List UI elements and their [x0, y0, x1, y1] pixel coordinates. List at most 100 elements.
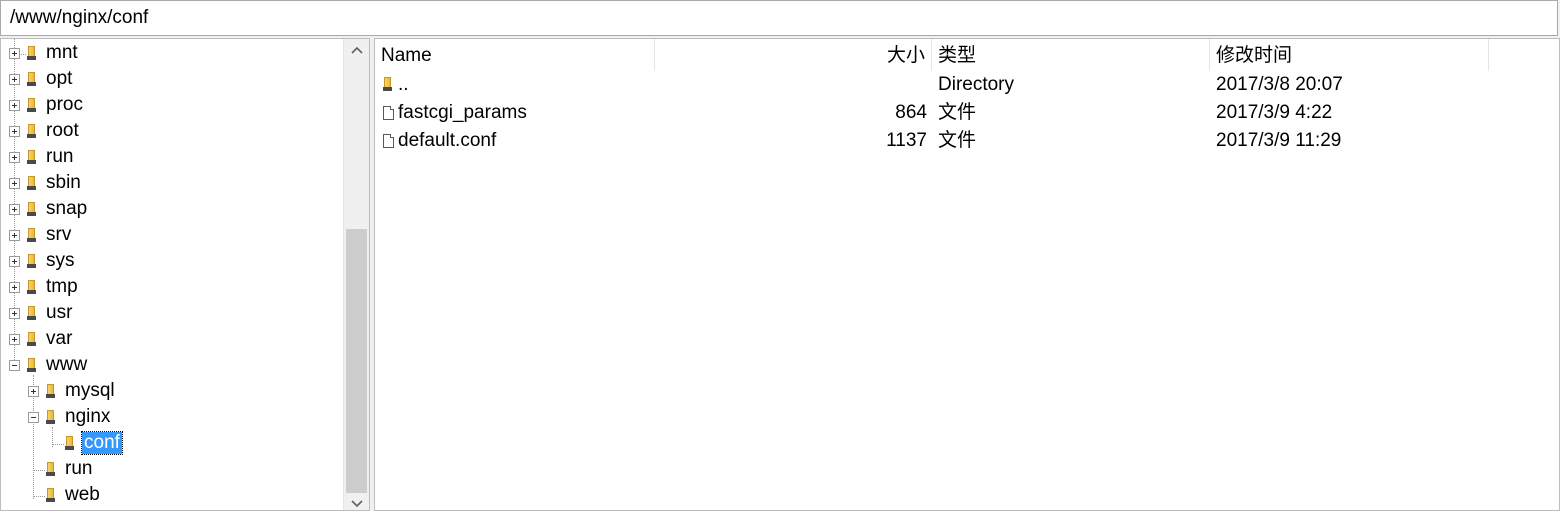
tree-item-label: root: [46, 120, 79, 141]
tree-item-label: snap: [46, 198, 88, 219]
tree-item-label: opt: [46, 68, 73, 89]
file-name: fastcgi_params: [398, 102, 527, 123]
file-modified: 2017/3/8 20:07: [1216, 74, 1343, 95]
tree-item-label: usr: [46, 302, 73, 323]
tree-item-run[interactable]: run: [1, 145, 343, 171]
tree-item-label: mysql: [65, 380, 115, 401]
folder-icon: [65, 436, 75, 452]
file-list: Name 大小 类型 修改时间 .. Directory 2017/3/8 20…: [374, 38, 1560, 511]
folder-icon: [27, 332, 37, 348]
folder-icon: [46, 410, 56, 426]
list-header: Name 大小 类型 修改时间: [375, 39, 1559, 71]
column-header-name[interactable]: Name: [375, 39, 655, 71]
tree-item-label: run: [65, 458, 93, 479]
file-modified: 2017/3/9 11:29: [1216, 130, 1342, 151]
expand-icon[interactable]: [9, 334, 20, 345]
tree-item-label: mnt: [46, 42, 78, 63]
tree-item-label: web: [65, 484, 100, 505]
folder-icon: [27, 98, 37, 114]
directory-tree: mnt opt proc root run sbin snap srv sys: [0, 38, 370, 511]
file-name: default.conf: [398, 130, 497, 151]
folder-icon: [46, 488, 56, 504]
file-size: [675, 71, 927, 99]
tree-item-mnt[interactable]: mnt: [1, 41, 343, 67]
tree-item-mysql[interactable]: mysql: [1, 379, 343, 405]
tree-item-label: tmp: [46, 276, 78, 297]
file-icon: [383, 134, 394, 148]
expand-icon[interactable]: [28, 386, 39, 397]
tree-item-label: var: [46, 328, 73, 349]
tree-item-conf[interactable]: conf: [1, 431, 343, 457]
folder-icon: [27, 306, 37, 322]
expand-icon[interactable]: [9, 178, 20, 189]
collapse-icon[interactable]: [9, 360, 20, 371]
file-modified: 2017/3/9 4:22: [1216, 102, 1333, 123]
tree-item-snap[interactable]: snap: [1, 197, 343, 223]
collapse-icon[interactable]: [28, 412, 39, 423]
path-bar[interactable]: [0, 0, 1558, 36]
expand-icon[interactable]: [9, 230, 20, 241]
column-header-size[interactable]: 大小: [655, 39, 932, 71]
tree-item-srv[interactable]: srv: [1, 223, 343, 249]
tree-item-web[interactable]: web: [1, 483, 343, 509]
scroll-down-icon[interactable]: [344, 493, 369, 510]
column-header-type[interactable]: 类型: [932, 39, 1210, 71]
tree-item-label: conf: [81, 431, 123, 455]
tree-scrollbar[interactable]: [343, 39, 369, 510]
tree-item-proc[interactable]: proc: [1, 93, 343, 119]
file-row-parent[interactable]: .. Directory 2017/3/8 20:07: [375, 71, 1559, 99]
path-input[interactable]: [1, 1, 1557, 35]
file-name: ..: [398, 74, 409, 95]
scroll-up-icon[interactable]: [344, 39, 369, 61]
file-row[interactable]: fastcgi_params 864 文件 2017/3/9 4:22: [375, 99, 1559, 127]
tree-item-www[interactable]: www: [1, 353, 343, 379]
tree-item-sbin[interactable]: sbin: [1, 171, 343, 197]
expand-icon[interactable]: [9, 126, 20, 137]
tree-item-root[interactable]: root: [1, 119, 343, 145]
tree-item-label: sys: [46, 250, 75, 271]
file-size: 1137: [886, 130, 927, 151]
folder-icon: [27, 228, 37, 244]
file-type: 文件: [938, 130, 977, 151]
tree-item-opt[interactable]: opt: [1, 67, 343, 93]
folder-icon: [27, 72, 37, 88]
folder-icon: [383, 77, 393, 93]
expand-icon[interactable]: [9, 282, 20, 293]
tree-item-usr[interactable]: usr: [1, 301, 343, 327]
column-header-modified[interactable]: 修改时间: [1210, 39, 1489, 71]
file-type: Directory: [938, 74, 1015, 95]
tree-item-label: nginx: [65, 406, 111, 427]
folder-icon: [27, 280, 37, 296]
file-type: 文件: [938, 102, 977, 123]
expand-icon[interactable]: [9, 100, 20, 111]
folder-icon: [27, 176, 37, 192]
folder-icon: [27, 46, 37, 62]
tree-item-label: run: [46, 146, 74, 167]
folder-icon: [27, 358, 37, 374]
expand-icon[interactable]: [9, 256, 20, 267]
file-row[interactable]: default.conf 1137 文件 2017/3/9 11:29: [375, 127, 1559, 155]
tree-item-label: www: [46, 354, 88, 375]
folder-icon: [27, 202, 37, 218]
expand-icon[interactable]: [9, 48, 20, 59]
folder-icon: [27, 124, 37, 140]
file-size: 864: [895, 102, 927, 123]
folder-icon: [27, 150, 37, 166]
tree-item-nginx[interactable]: nginx: [1, 405, 343, 431]
tree-item-tmp[interactable]: tmp: [1, 275, 343, 301]
tree-item-label: sbin: [46, 172, 81, 193]
expand-icon[interactable]: [9, 74, 20, 85]
tree-item-sys[interactable]: sys: [1, 249, 343, 275]
folder-icon: [27, 254, 37, 270]
tree-item-label: srv: [46, 224, 72, 245]
tree-item-var[interactable]: var: [1, 327, 343, 353]
folder-icon: [46, 384, 56, 400]
file-icon: [383, 106, 394, 120]
folder-icon: [46, 462, 56, 478]
expand-icon[interactable]: [9, 152, 20, 163]
tree-item-run-www[interactable]: run: [1, 457, 343, 483]
tree-item-label: proc: [46, 94, 83, 115]
expand-icon[interactable]: [9, 204, 20, 215]
scrollbar-thumb[interactable]: [346, 229, 367, 493]
expand-icon[interactable]: [9, 308, 20, 319]
